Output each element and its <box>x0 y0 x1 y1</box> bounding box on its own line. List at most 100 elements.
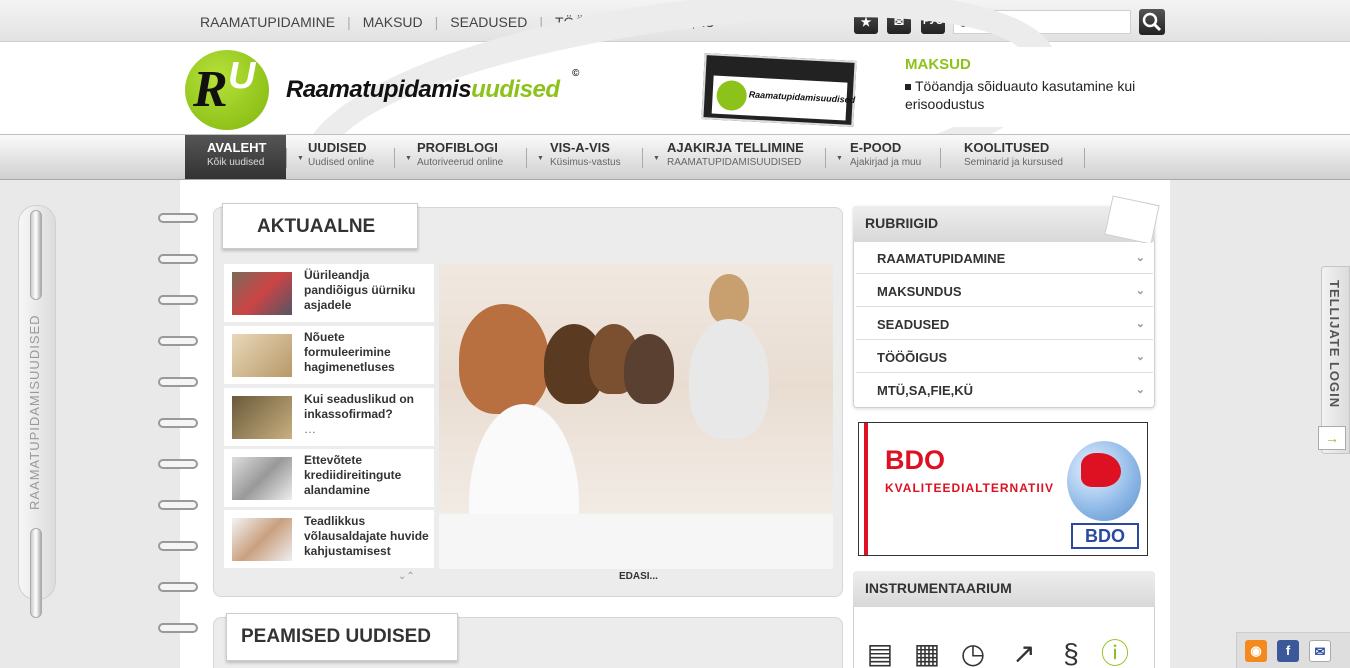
rubric-label: TÖÖÕIGUS <box>877 350 948 365</box>
arrow-right-icon[interactable]: → <box>1318 426 1346 450</box>
calculator-icon[interactable]: ▦ <box>911 637 943 668</box>
rubric-item[interactable]: RAAMATUPIDAMINE ⌄ <box>856 243 1153 274</box>
rubriigid-title: RUBRIIGID <box>865 215 939 231</box>
nav-sublabel: Uudised online <box>308 157 375 168</box>
hero-desk <box>439 514 833 569</box>
news-title: Kui seaduslikud on inkassofirmad?… <box>304 392 432 437</box>
spiral-ring <box>158 254 198 264</box>
rubric-item[interactable]: TÖÖÕIGUS ⌄ <box>856 342 1153 373</box>
facebook-icon[interactable]: f <box>1277 640 1299 662</box>
toplink-separator: | <box>347 14 351 30</box>
nav-sublabel: RAAMATUPIDAMISUUDISED <box>667 157 802 168</box>
hero-figure <box>689 319 769 439</box>
promo-category[interactable]: MAKSUD <box>905 56 971 73</box>
ad-stripe <box>864 423 868 555</box>
chart-icon[interactable]: ↗ <box>1008 637 1040 668</box>
chevron-down-icon: ▼ <box>653 155 660 162</box>
aktuaalne-title: AKTUAALNE <box>222 203 418 249</box>
chevron-down-icon: ▼ <box>537 155 544 162</box>
document-icon[interactable]: ▤ <box>864 637 896 668</box>
rubric-label: SEADUSED <box>877 317 950 332</box>
nav-divider <box>1084 148 1085 168</box>
news-thumbnail <box>232 334 292 377</box>
promo-headline[interactable]: Tööandja sõiduauto kasutamine kui erisoo… <box>905 77 1145 113</box>
news-item[interactable]: Üürileandja pandiõigus üürniku asjadele <box>224 264 434 322</box>
nav-label: AJAKIRJA TELLIMINE <box>667 140 804 155</box>
clock-icon[interactable]: ◷ <box>957 637 989 668</box>
news-title: Üürileandja pandiõigus üürniku asjadele <box>304 268 416 312</box>
spiral-ring <box>158 541 198 551</box>
nav-sublabel: Küsimus-vastus <box>550 157 621 168</box>
search-icon <box>1142 12 1162 32</box>
magazine-logo-text-a: Raamatupidamis <box>748 89 821 104</box>
nav-item-uudised[interactable]: UUDISED Uudised online <box>308 135 374 179</box>
side-clip-bottom <box>30 528 42 618</box>
toplink-raamatupidamine[interactable]: RAAMATUPIDAMINE <box>200 14 335 30</box>
news-item[interactable]: Ettevõtete krediidireitingute alandamine <box>224 449 434 507</box>
bdo-ad[interactable]: BDO KVALITEEDIALTERNATIIV BDO <box>858 422 1148 556</box>
nav-divider <box>526 148 527 168</box>
login-tab-label: TELLIJATE LOGIN <box>1327 280 1342 409</box>
nav-item-profiblogi[interactable]: PROFIBLOGI Autoriveerud online <box>417 135 503 179</box>
spiral-ring <box>158 295 198 305</box>
news-title: Nõuete formuleerimine hagimenetluses <box>304 330 395 374</box>
news-item[interactable]: Nõuete formuleerimine hagimenetluses <box>224 326 434 384</box>
nav-divider <box>286 148 287 168</box>
news-ellipsis: … <box>304 422 316 436</box>
nav-divider <box>940 148 941 168</box>
toplink-seadused[interactable]: SEADUSED <box>450 14 527 30</box>
nav-label: KOOLITUSED <box>964 140 1050 155</box>
magazine-logo-text-b: uudised <box>820 93 856 105</box>
rubric-item[interactable]: MAKSUNDUS ⌄ <box>856 276 1153 307</box>
more-link[interactable]: EDASI... <box>619 571 658 582</box>
nav-item-ajakirja-tellimine[interactable]: AJAKIRJA TELLIMINE RAAMATUPIDAMISUUDISED <box>667 135 804 179</box>
peamised-title: PEAMISED UUDISED <box>226 613 458 661</box>
toplink-maksud[interactable]: MAKSUD <box>363 14 423 30</box>
nav-label: E-POOD <box>850 140 902 155</box>
chevron-down-icon: ▼ <box>836 155 843 162</box>
nav-label: UUDISED <box>308 140 367 155</box>
globe-icon <box>1067 441 1141 521</box>
spiral-ring <box>158 459 198 469</box>
news-title-text: Kui seaduslikud on inkassofirmad? <box>304 392 415 421</box>
logo-text[interactable]: Raamatupidamisuudised <box>286 76 560 104</box>
magazine-cover[interactable]: Raamatupidamisuudised <box>701 53 857 127</box>
nav-item-vis-a-vis[interactable]: VIS-A-VIS Küsimus-vastus <box>550 135 621 179</box>
search-button[interactable] <box>1139 9 1165 35</box>
logo-r: R <box>193 61 228 118</box>
scroll-arrows-icon[interactable]: ⌄⌃ <box>398 571 415 582</box>
info-icon[interactable]: ⓘ <box>1099 637 1131 668</box>
news-item[interactable]: Teadlikkus võlausaldajate huvide kahjust… <box>224 510 434 568</box>
rubric-label: MTÜ,SA,FIE,KÜ <box>877 383 974 398</box>
nav-divider <box>642 148 643 168</box>
logo-copyright: © <box>572 68 580 79</box>
instrumentaarium-title: INSTRUMENTAARIUM <box>865 580 1012 596</box>
featured-image[interactable] <box>439 264 833 569</box>
news-item[interactable]: Kui seaduslikud on inkassofirmad?… <box>224 388 434 446</box>
nav-divider <box>825 148 826 168</box>
side-clip-top <box>30 210 42 300</box>
hero-figure <box>459 304 549 414</box>
spiral-ring <box>158 623 198 633</box>
chevron-down-icon: ⌄ <box>1135 252 1145 264</box>
nav-item-avaleht[interactable]: AVALEHT Kõik uudised <box>185 135 286 179</box>
ad-logo: BDO <box>1071 523 1139 549</box>
nav-item-e-pood[interactable]: E-POOD Ajakirjad ja muu <box>850 135 921 179</box>
rss-icon[interactable]: ◉ <box>1245 640 1267 662</box>
rubric-item[interactable]: SEADUSED ⌄ <box>856 309 1153 340</box>
toplink-separator: | <box>434 14 439 30</box>
nav-item-koolitused[interactable]: KOOLITUSED Seminarid ja kursused <box>964 135 1063 179</box>
news-thumbnail <box>232 457 292 500</box>
side-tab-label: RAAMATUPIDAMISUUDISED <box>27 314 42 510</box>
ad-subtitle: KVALITEEDIALTERNATIIV <box>885 481 1054 495</box>
logo-u: U <box>228 55 256 97</box>
rubric-item[interactable]: MTÜ,SA,FIE,KÜ ⌄ <box>856 375 1153 406</box>
rubric-label: RAAMATUPIDAMINE <box>877 251 1006 266</box>
mail-icon[interactable]: ✉ <box>1309 640 1331 662</box>
spiral-ring <box>158 418 198 428</box>
paragraph-icon[interactable]: § <box>1055 637 1087 668</box>
news-thumbnail <box>232 272 292 315</box>
nav-sublabel: Seminarid ja kursused <box>964 157 1063 168</box>
nav-label: PROFIBLOGI <box>417 140 498 155</box>
news-title: Teadlikkus võlausaldajate huvide kahjust… <box>304 514 429 558</box>
